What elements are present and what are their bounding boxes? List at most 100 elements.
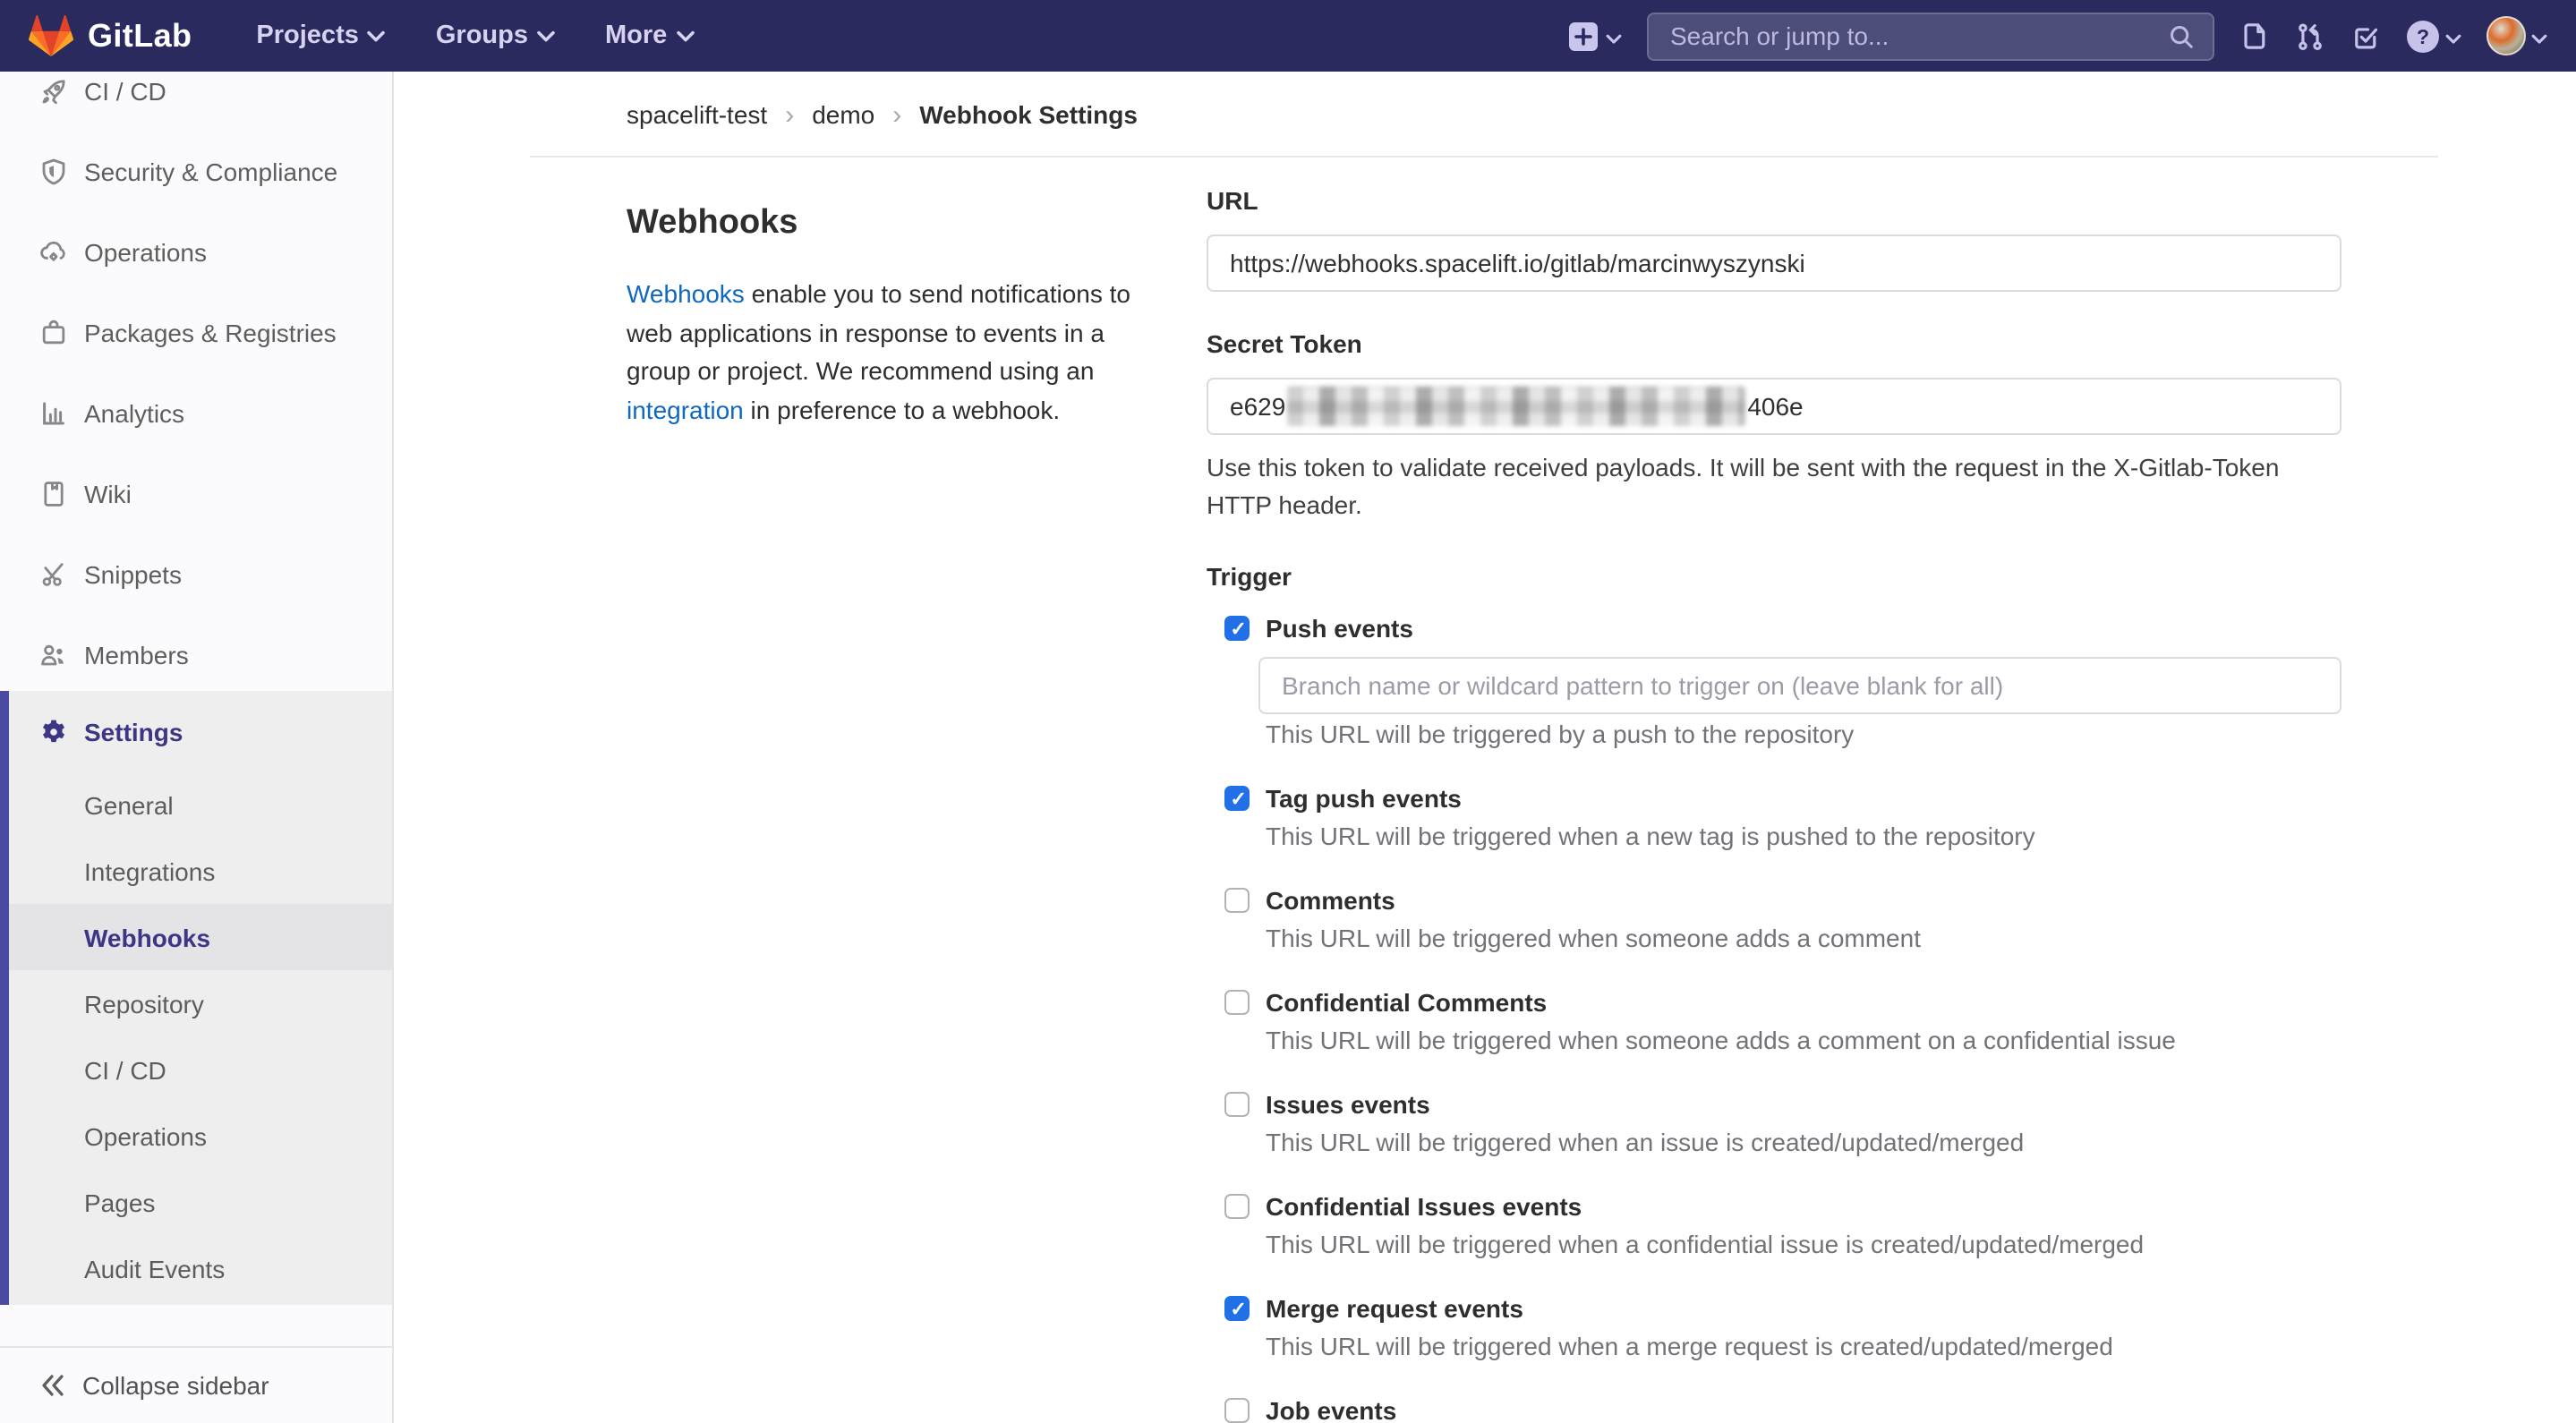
breadcrumb-separator: ›: [892, 99, 901, 130]
todo-icon: [2350, 21, 2381, 51]
secret-token-suffix: 406e: [1747, 392, 1803, 421]
collapse-sidebar-label: Collapse sidebar: [82, 1371, 269, 1400]
sidebar-item-security-compliance[interactable]: Security & Compliance: [0, 131, 392, 211]
issues-button[interactable]: [2239, 21, 2270, 51]
chevron-down-icon: [676, 21, 694, 50]
nav-menu-groups[interactable]: Groups: [414, 0, 576, 72]
url-input[interactable]: [1207, 234, 2341, 292]
sidebar-subitem-audit-events[interactable]: Audit Events: [0, 1235, 392, 1301]
secret-token-input[interactable]: e629 406e: [1207, 378, 2341, 435]
confidential-comments-help: This URL will be triggered when someone …: [1266, 1022, 2341, 1060]
chevron-down-icon: [2445, 21, 2461, 50]
job-events-checkbox[interactable]: [1224, 1398, 1250, 1423]
breadcrumb-project[interactable]: demo: [812, 100, 874, 129]
help-menu-button[interactable]: ?: [2406, 19, 2461, 53]
sidebar-subitem-operations[interactable]: Operations: [0, 1103, 392, 1169]
secret-token-redacted: [1287, 387, 1745, 426]
rocket-icon: [39, 76, 68, 105]
push-events-help: This URL will be triggered by a push to …: [1266, 716, 2341, 754]
confidential-comments-label[interactable]: Confidential Comments: [1266, 984, 2341, 1022]
webhooks-doc-link[interactable]: Webhooks: [627, 279, 745, 308]
branch-filter-input[interactable]: [1258, 657, 2341, 714]
sidebar-item-analytics[interactable]: Analytics: [0, 372, 392, 453]
double-chevron-left-icon: [39, 1375, 64, 1396]
sidebar-item-members[interactable]: Members: [0, 614, 392, 694]
issues-events-label[interactable]: Issues events: [1266, 1086, 2341, 1124]
trigger-confidential-issues-events: Confidential Issues events This URL will…: [1207, 1189, 2341, 1264]
issues-icon: [2239, 21, 2270, 51]
push-events-checkbox[interactable]: [1224, 616, 1250, 641]
shield-icon: [39, 157, 68, 185]
chart-icon: [39, 398, 68, 427]
users-icon: [39, 640, 68, 669]
package-icon: [39, 318, 68, 346]
main-content: spacelift-test › demo › Webhook Settings…: [394, 72, 2576, 1423]
url-label: URL: [1207, 183, 2341, 220]
trigger-job-events: Job events This URL will be triggered wh…: [1207, 1393, 2341, 1423]
sidebar-item-label: Security & Compliance: [84, 157, 337, 185]
job-events-label[interactable]: Job events: [1266, 1393, 2341, 1423]
merge-request-events-checkbox[interactable]: [1224, 1296, 1250, 1321]
chevron-down-icon: [537, 21, 555, 50]
brand-wordmark: GitLab: [88, 17, 192, 55]
confidential-issues-events-checkbox[interactable]: [1224, 1194, 1250, 1219]
tag-push-events-checkbox[interactable]: [1224, 786, 1250, 811]
book-icon: [39, 479, 68, 507]
sidebar-item-operations[interactable]: Operations: [0, 211, 392, 292]
secret-token-label: Secret Token: [1207, 326, 2341, 363]
cloud-gear-icon: [39, 237, 68, 266]
help-icon: ?: [2406, 19, 2440, 53]
sidebar-item-snippets[interactable]: Snippets: [0, 533, 392, 614]
confidential-comments-checkbox[interactable]: [1224, 990, 1250, 1015]
sidebar-item-label: Packages & Registries: [84, 318, 337, 346]
new-menu-button[interactable]: [1568, 21, 1622, 51]
comments-help: This URL will be triggered when someone …: [1266, 920, 2341, 958]
settings-section: Settings General Integrations Webhooks R…: [0, 691, 392, 1305]
breadcrumb-group[interactable]: spacelift-test: [627, 100, 767, 129]
comments-checkbox[interactable]: [1224, 888, 1250, 913]
chevron-down-icon: [1606, 21, 1622, 50]
trigger-merge-request-events: Merge request events This URL will be tr…: [1207, 1291, 2341, 1366]
merge-request-events-label[interactable]: Merge request events: [1266, 1291, 2341, 1328]
issues-events-checkbox[interactable]: [1224, 1092, 1250, 1117]
sidebar-subitem-repository[interactable]: Repository: [0, 970, 392, 1036]
merge-request-icon: [2295, 21, 2325, 51]
sidebar-item-settings[interactable]: Settings: [0, 691, 392, 771]
issues-events-help: This URL will be triggered when an issue…: [1266, 1124, 2341, 1162]
user-menu-button[interactable]: [2486, 16, 2547, 55]
nav-menu-projects[interactable]: Projects: [235, 0, 406, 72]
sidebar-item-label: Operations: [84, 237, 207, 266]
integration-link[interactable]: integration: [627, 396, 744, 424]
tag-push-events-help: This URL will be triggered when a new ta…: [1266, 818, 2341, 856]
collapse-sidebar-button[interactable]: Collapse sidebar: [0, 1346, 392, 1423]
gitlab-home-link[interactable]: GitLab: [29, 14, 192, 57]
sidebar-subitem-webhooks[interactable]: Webhooks: [0, 904, 392, 970]
merge-requests-button[interactable]: [2295, 21, 2325, 51]
breadcrumb-separator: ›: [785, 99, 794, 130]
chevron-down-icon: [368, 21, 386, 50]
sidebar-subitem-general[interactable]: General: [0, 771, 392, 838]
sidebar-item-label: Members: [84, 640, 189, 669]
sidebar-subitem-integrations[interactable]: Integrations: [0, 838, 392, 904]
trigger-push-events: Push events This URL will be triggered b…: [1207, 610, 2341, 754]
secret-token-help: Use this token to validate received payl…: [1207, 449, 2341, 524]
search-input[interactable]: [1667, 20, 2168, 52]
confidential-issues-events-label[interactable]: Confidential Issues events: [1266, 1189, 2341, 1226]
comments-label[interactable]: Comments: [1266, 882, 2341, 920]
sidebar-item-label: Settings: [84, 717, 183, 746]
avatar: [2486, 16, 2526, 55]
sidebar-subitem-pages[interactable]: Pages: [0, 1169, 392, 1235]
gitlab-tanuki-logo-icon: [29, 14, 73, 57]
todo-list-button[interactable]: [2350, 21, 2381, 51]
webhooks-description: Webhooks enable you to send notification…: [627, 276, 1164, 431]
page-title: Webhooks: [627, 204, 1207, 243]
secret-token-prefix: e629: [1230, 392, 1285, 421]
tag-push-events-label[interactable]: Tag push events: [1266, 780, 2341, 818]
sidebar-item-wiki[interactable]: Wiki: [0, 453, 392, 533]
sidebar-subitem-ci-cd[interactable]: CI / CD: [0, 1036, 392, 1103]
nav-menu-more[interactable]: More: [584, 0, 715, 72]
trigger-issues-events: Issues events This URL will be triggered…: [1207, 1086, 2341, 1162]
sidebar-item-ci-cd[interactable]: CI / CD: [0, 72, 392, 131]
push-events-label[interactable]: Push events: [1266, 610, 2341, 648]
sidebar-item-packages-registries[interactable]: Packages & Registries: [0, 292, 392, 372]
